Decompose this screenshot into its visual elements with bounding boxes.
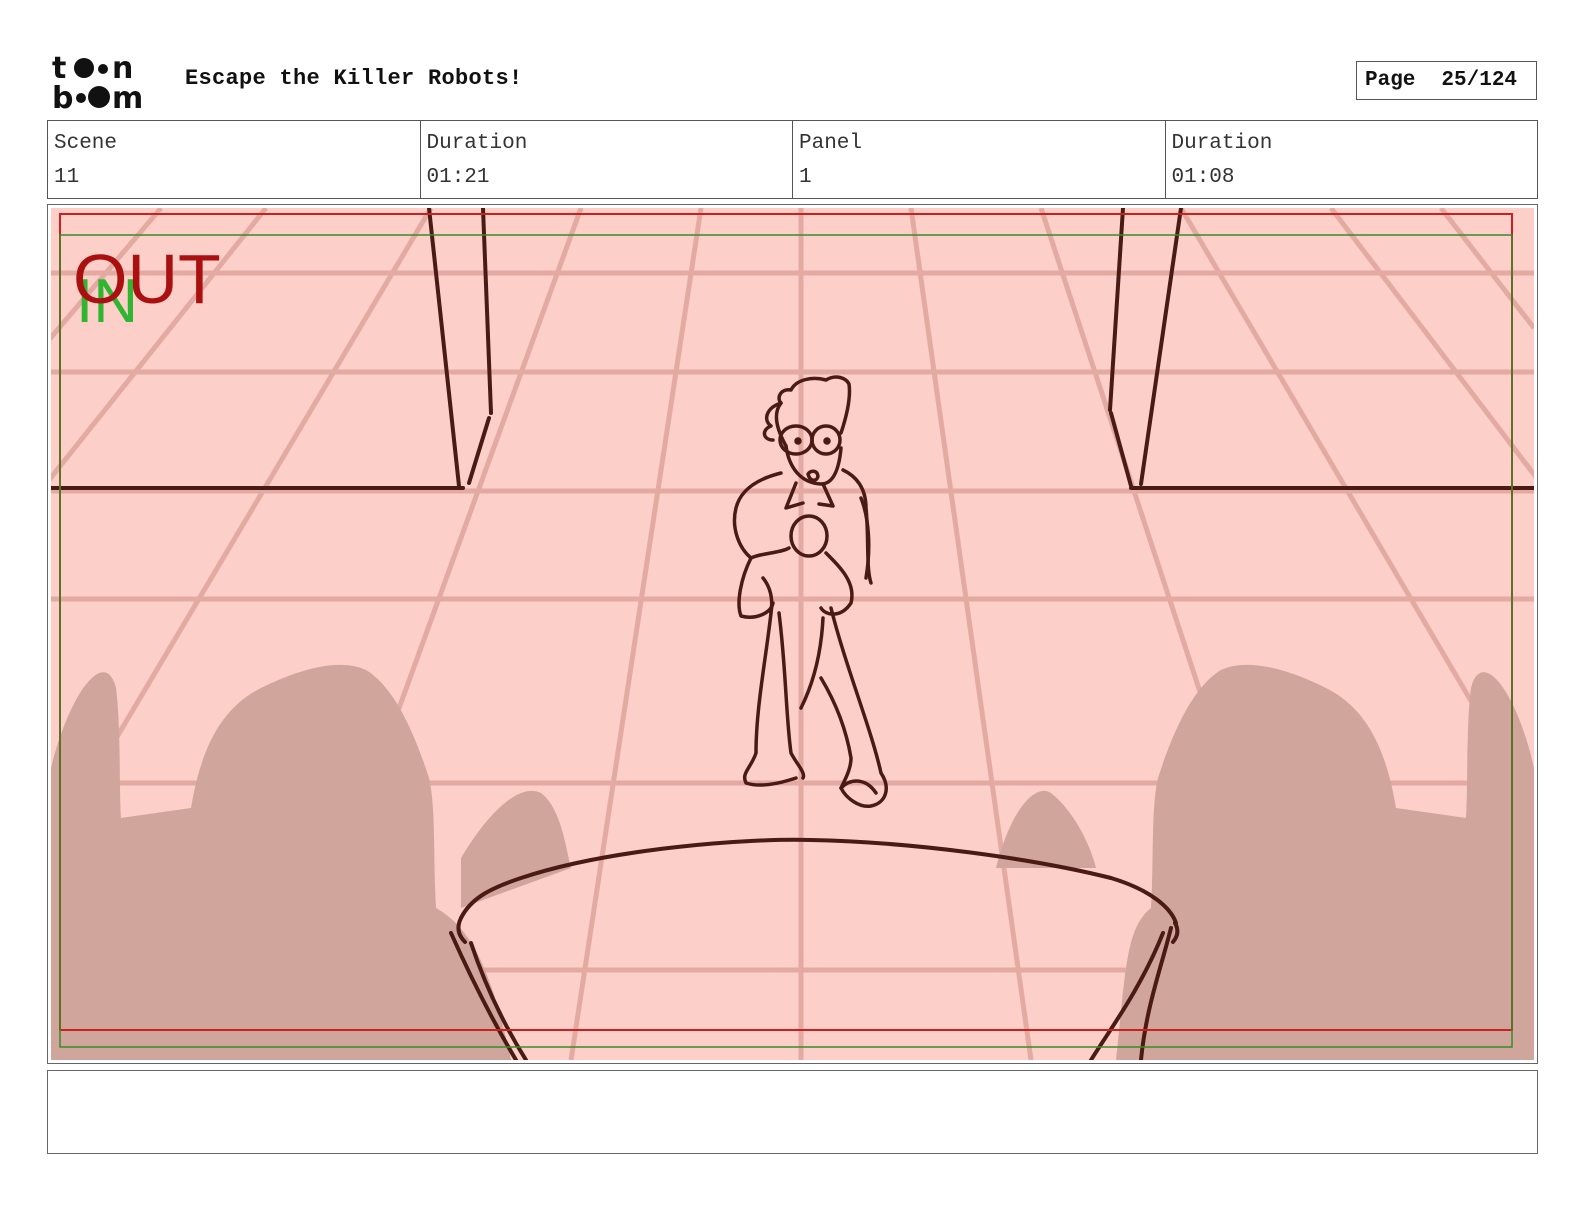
panel-duration-label: Duration [1171,132,1273,155]
scene-label: Scene [54,132,118,155]
svg-text:b: b [52,81,73,112]
svg-text:m: m [112,81,143,112]
scene-duration-value: 01:21 [426,166,490,189]
scene-cell: Scene 11 [48,121,421,198]
panel-drawing: IN OUT [51,208,1534,1060]
page-label: Page [1365,69,1416,92]
scene-duration-cell: Duration 01:21 [421,121,793,198]
panel-duration-cell: Duration 01:08 [1166,121,1538,198]
panel-label: Panel [799,132,863,155]
page-indicator: Page 25/124 [1356,61,1537,100]
scene-value: 11 [54,166,80,189]
project-title: Escape the Killer Robots! [185,66,523,91]
toon-boom-logo: t n b m [52,51,143,112]
panel-cell: Panel 1 [793,121,1166,198]
scene-duration-label: Duration [426,132,528,155]
panel-notes-box [47,1070,1538,1154]
storyboard-panel: IN OUT [47,204,1538,1064]
out-marker: OUT [73,240,221,318]
scene-info-table: Scene 11 Duration 01:21 Panel 1 Duration… [47,120,1538,199]
panel-duration-value: 01:08 [1171,166,1235,189]
page-number: 25/124 [1441,69,1518,92]
panel-value: 1 [799,166,812,189]
